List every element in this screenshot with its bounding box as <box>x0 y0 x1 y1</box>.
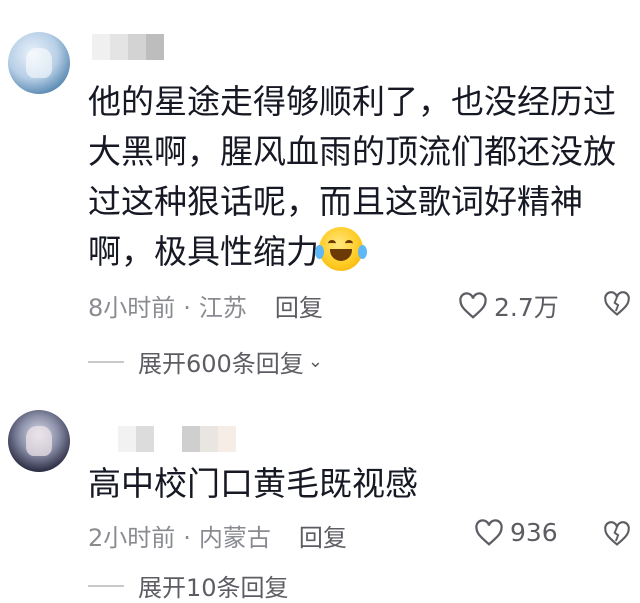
comment-text: 他的星途走得够顺利了，也没经历过大黑啊，腥风血雨的顶流们都还没放过这种狠话呢，而… <box>88 82 616 271</box>
expand-replies-button[interactable]: 展开10条回复 <box>88 568 289 603</box>
reply-button[interactable]: 回复 <box>275 294 323 322</box>
comment-text: 高中校门口黄毛既视感 <box>88 464 418 503</box>
comment-time: 8小时前 <box>88 294 176 322</box>
comment-location: 江苏 <box>198 294 247 322</box>
comment-time: 2小时前 <box>88 524 176 552</box>
avatar[interactable] <box>8 410 70 472</box>
heart-outline-icon <box>475 518 503 546</box>
broken-heart-icon[interactable] <box>603 520 631 548</box>
expand-replies-label: 展开600条回复 <box>138 350 304 378</box>
like-count: 2.7万 <box>494 293 559 322</box>
avatar[interactable] <box>8 32 70 94</box>
heart-outline-icon <box>459 292 487 319</box>
chevron-down-icon: ⌄ <box>307 351 323 372</box>
separator-dot: · <box>183 294 191 322</box>
like-count: 936 <box>510 518 558 547</box>
like-button[interactable]: 936 <box>474 518 558 547</box>
divider-line <box>88 360 124 363</box>
laughing-tears-emoji-icon <box>315 227 367 271</box>
reply-button[interactable]: 回复 <box>299 524 347 552</box>
expand-replies-label: 展开10条回复 <box>138 574 289 602</box>
comment-location: 内蒙古 <box>198 524 271 552</box>
broken-heart-icon[interactable] <box>603 290 631 318</box>
comment-meta: 2小时前 · 内蒙古 回复 <box>88 518 347 553</box>
expand-replies-button[interactable]: 展开600条回复 ⌄ <box>88 344 323 379</box>
username-mosaic[interactable] <box>118 426 236 452</box>
like-button[interactable]: 2.7万 <box>458 288 559 324</box>
comment-meta: 8小时前 · 江苏 回复 <box>88 288 323 323</box>
username-mosaic[interactable] <box>92 34 164 60</box>
separator-dot: · <box>183 524 191 552</box>
